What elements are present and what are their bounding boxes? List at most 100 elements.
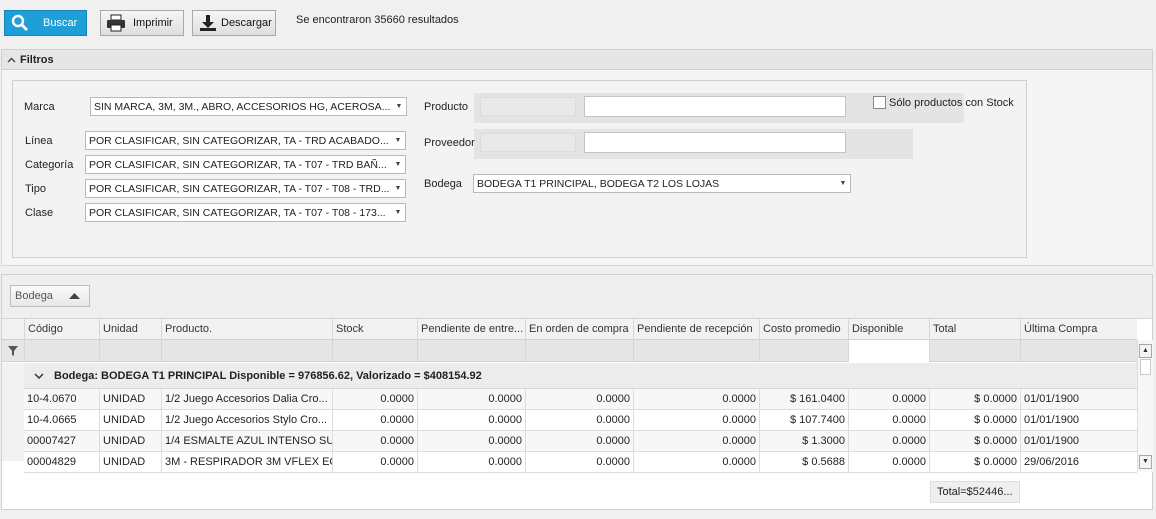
col-disponible[interactable]: Disponible [848,319,929,340]
cell-unidad: UNIDAD [99,452,161,473]
cell-orden-compra: 0.0000 [525,431,633,452]
buscar-button[interactable]: Buscar [4,10,87,36]
cell-unidad: UNIDAD [99,410,161,431]
scroll-up-button[interactable]: ▲ [1139,344,1152,358]
dropdown-arrow-icon[interactable]: ▼ [836,180,850,187]
col-pendiente-recepcion[interactable]: Pendiente de recepción [633,319,759,340]
sort-up-icon[interactable] [68,290,80,302]
group-row[interactable]: Bodega: BODEGA T1 PRINCIPAL Disponible =… [24,363,1137,389]
filter-cell[interactable] [24,340,99,362]
filter-cell[interactable] [633,340,759,362]
marca-combo[interactable]: SIN MARCA, 3M, 3M., ABRO, ACCESORIOS HG,… [90,97,407,116]
vertical-scrollbar[interactable]: ▲ ▼ [1137,340,1153,472]
filter-cell-disponible[interactable] [848,340,929,362]
descargar-label: Descargar [221,17,272,29]
table-row[interactable]: 10-4.0665 UNIDAD 1/2 Juego Accesorios Styl… [24,410,1137,431]
col-orden-compra[interactable]: En orden de compra [525,319,633,340]
cell-orden-compra: 0.0000 [525,452,633,473]
producto-field[interactable] [584,96,846,117]
buscar-label: Buscar [43,17,78,29]
filter-cell[interactable] [759,340,848,362]
categoria-label: Categoría [25,159,74,171]
categoria-combo[interactable]: POR CLASIFICAR, SIN CATEGORIZAR, TA - T0… [85,155,406,174]
table-row[interactable]: 00007427 UNIDAD 1/4 ESMALTE AZUL INTENSO S… [24,431,1137,452]
filter-icon[interactable] [8,346,18,359]
filter-cell[interactable] [417,340,525,362]
scroll-thumb[interactable] [1140,359,1151,375]
cell-stock: 0.0000 [332,452,417,473]
filter-cell[interactable] [929,340,1020,362]
cell-total: $ 0.0000 [929,452,1020,473]
filter-cell[interactable] [1020,340,1137,362]
cell-pendiente-recepcion: 0.0000 [633,410,759,431]
dropdown-arrow-icon[interactable]: ▼ [391,161,405,168]
chevron-down-icon[interactable] [24,370,54,382]
col-costo-promedio[interactable]: Costo promedio [759,319,848,340]
scroll-down-button[interactable]: ▼ [1139,455,1152,469]
cell-codigo: 00007427 [27,435,76,447]
filter-cell[interactable] [525,340,633,362]
col-pendiente-entrega[interactable]: Pendiente de entre... [417,319,525,340]
linea-value: POR CLASIFICAR, SIN CATEGORIZAR, TA - TR… [89,134,389,147]
chevron-up-icon[interactable] [2,55,20,65]
proveedor-field[interactable] [584,132,846,153]
stock-only-checkbox[interactable] [873,96,886,109]
cell-pendiente-recepcion: 0.0000 [633,431,759,452]
marca-value: SIN MARCA, 3M, 3M., ABRO, ACCESORIOS HG,… [94,100,391,113]
clase-combo[interactable]: POR CLASIFICAR, SIN CATEGORIZAR, TA - T0… [85,203,406,222]
col-ultima-compra[interactable]: Última Compra [1020,319,1137,340]
cell-orden-compra: 0.0000 [525,389,633,410]
stock-only-label: Sólo productos con Stock [889,97,1014,109]
cell-unidad: UNIDAD [99,431,161,452]
dropdown-arrow-icon[interactable]: ▼ [391,137,405,144]
proveedor-code-field[interactable] [480,133,576,152]
cell-disponible: 0.0000 [848,452,929,473]
marca-label: Marca [24,101,55,113]
filter-cell[interactable] [332,340,417,362]
cell-unidad: UNIDAD [99,389,161,410]
clase-label: Clase [25,207,54,219]
result-count: Se encontraron 35660 resultados [296,14,459,26]
group-row-label: Bodega: BODEGA T1 PRINCIPAL Disponible =… [54,369,482,382]
cell-costo-promedio: $ 107.7400 [759,410,848,431]
clase-value: POR CLASIFICAR, SIN CATEGORIZAR, TA - T0… [89,206,386,219]
download-icon [197,12,219,34]
imprimir-label: Imprimir [133,17,173,29]
cell-total: $ 0.0000 [929,431,1020,452]
filter-row [2,340,1137,362]
col-unidad[interactable]: Unidad [99,319,161,340]
tipo-combo[interactable]: POR CLASIFICAR, SIN CATEGORIZAR, TA - T0… [85,179,406,198]
col-stock[interactable]: Stock [332,319,417,340]
col-producto[interactable]: Producto. [161,319,332,340]
table-row[interactable]: 00004829 UNIDAD 3M - RESPIRADOR 3M VFLEX E… [24,452,1137,473]
linea-combo[interactable]: POR CLASIFICAR, SIN CATEGORIZAR, TA - TR… [85,131,406,150]
bodega-label: Bodega [424,178,462,190]
total-summary: Total=$52446... [930,481,1020,503]
group-chip-bodega[interactable]: Bodega [10,285,90,307]
filter-cell[interactable] [99,340,161,362]
cell-ultima-compra: 01/01/1900 [1020,410,1137,431]
descargar-button[interactable]: Descargar [192,10,276,36]
dropdown-arrow-icon[interactable]: ▼ [391,209,405,216]
col-total[interactable]: Total [929,319,1020,340]
cell-pendiente-entrega: 0.0000 [417,389,525,410]
cell-costo-promedio: $ 161.0400 [759,389,848,410]
tipo-value: POR CLASIFICAR, SIN CATEGORIZAR, TA - T0… [89,182,390,195]
table-row[interactable]: 10-4.0670 UNIDAD 1/2 Juego Accesorios Dali… [24,389,1137,410]
cell-ultima-compra: 29/06/2016 [1020,452,1137,473]
imprimir-button[interactable]: Imprimir [100,10,184,36]
bodega-combo[interactable]: BODEGA T1 PRINCIPAL, BODEGA T2 LOS LOJAS… [473,174,851,193]
filter-cell[interactable] [161,340,332,362]
filters-panel-header[interactable]: Filtros [1,49,1153,70]
categoria-value: POR CLASIFICAR, SIN CATEGORIZAR, TA - T0… [89,158,387,171]
col-codigo[interactable]: Código [24,319,99,340]
cell-stock: 0.0000 [332,431,417,452]
cell-pendiente-entrega: 0.0000 [417,431,525,452]
dropdown-arrow-icon[interactable]: ▼ [392,103,406,110]
proveedor-label: Proveedor [424,137,475,149]
cell-costo-promedio: $ 1.3000 [759,431,848,452]
search-icon [9,12,31,34]
cell-producto: 1/4 ESMALTE AZUL INTENSO SU... [161,431,332,452]
producto-code-field[interactable] [480,97,576,116]
dropdown-arrow-icon[interactable]: ▼ [391,185,405,192]
